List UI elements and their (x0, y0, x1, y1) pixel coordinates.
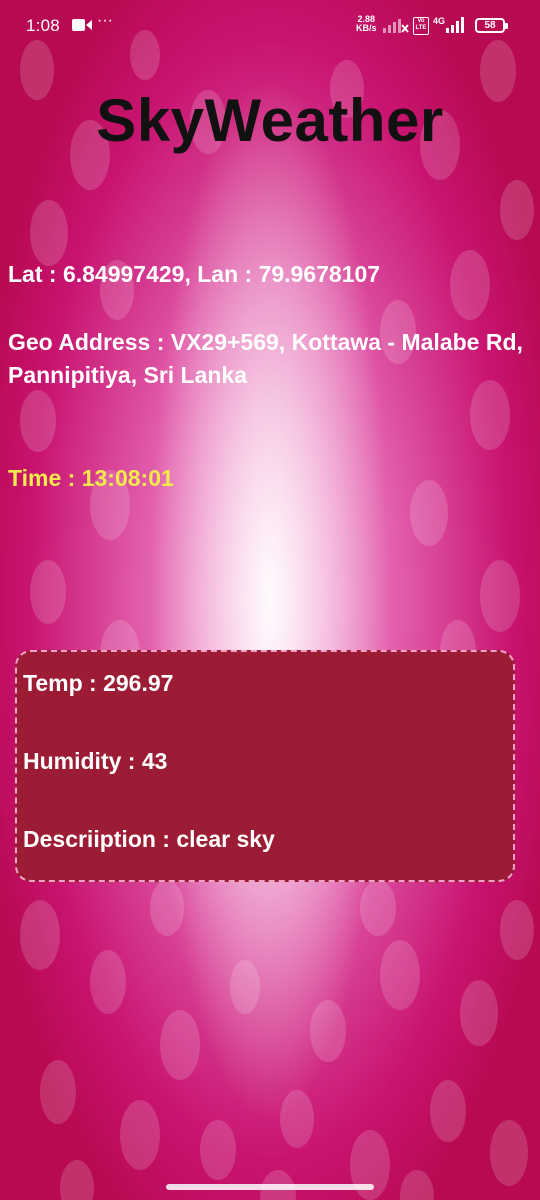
battery-level: 58 (484, 20, 496, 31)
signal-strength-icon (446, 17, 464, 33)
temperature-text: Temp : 296.97 (23, 670, 174, 696)
background-bubble (30, 200, 68, 266)
background-bubble (460, 980, 498, 1046)
background-bubble (310, 1000, 346, 1062)
background-bubble (30, 560, 66, 624)
background-bubble (500, 900, 534, 960)
background-bubble (500, 180, 534, 240)
volte-icon: Vo LTE (413, 17, 429, 35)
network-speed-unit: KB/s (356, 23, 377, 33)
background-bubble (60, 1160, 94, 1200)
background-bubble (400, 1170, 434, 1200)
volte-bottom-label: LTE (415, 25, 427, 31)
geo-address-text: Geo Address : VX29+569, Kottawa - Malabe… (8, 329, 523, 388)
description-text: Descriiption : clear sky (23, 826, 275, 852)
background-bubble (160, 1010, 200, 1080)
background-bubble (200, 1120, 236, 1180)
background-bubble (20, 390, 56, 452)
humidity-text: Humidity : 43 (23, 748, 168, 774)
network-speed: 2.88 KB/s (356, 15, 377, 33)
time-text: Time : 13:08:01 (8, 465, 174, 491)
status-time: 1:08 (26, 16, 60, 35)
volte-top-label: Vo (417, 18, 425, 24)
background-bubble (490, 1120, 528, 1186)
more-notifications-icon: ··· (97, 12, 113, 29)
signal-strength-no-service-icon (383, 19, 409, 33)
background-bubble (40, 1060, 76, 1124)
background-bubble (230, 960, 260, 1014)
background-bubble (280, 1090, 314, 1148)
video-camera-icon (72, 19, 92, 31)
lat-lon-text: Lat : 6.84997429, Lan : 79.9678107 (8, 261, 381, 287)
background-bubble (150, 880, 184, 936)
background-bubble (20, 900, 60, 970)
network-type: 4G (433, 16, 446, 26)
gesture-navigation-handle[interactable] (166, 1184, 374, 1190)
app-title: SkyWeather (96, 87, 444, 154)
background-bubble (380, 940, 420, 1010)
weather-card: Temp : 296.97 Humidity : 43 Descriiption… (15, 650, 515, 882)
background-bubbles (0, 0, 540, 1200)
background-bubble (430, 1080, 466, 1142)
background-bubble (360, 880, 396, 936)
status-bar: 1:08 ··· 2.88 KB/s Vo LTE 4G 58 (0, 0, 540, 52)
background-bubble (480, 560, 520, 632)
background-bubble (90, 950, 126, 1014)
battery-icon: 58 (475, 18, 508, 33)
background-bubble (120, 1100, 160, 1170)
